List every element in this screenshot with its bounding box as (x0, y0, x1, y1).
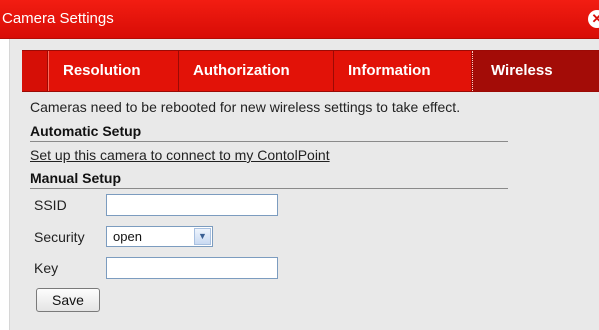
tab-bar-start (22, 51, 48, 91)
dialog-title-bar[interactable]: Camera Settings ✕ (0, 0, 599, 39)
key-input[interactable] (106, 257, 278, 279)
tab-label: Authorization (193, 62, 290, 79)
key-label: Key (34, 260, 59, 276)
ssid-input[interactable] (106, 194, 278, 216)
tab-label: Wireless (491, 62, 553, 79)
tab-resolution[interactable]: Resolution (48, 51, 179, 91)
tab-bar: Resolution Authorization Information Wir… (22, 50, 599, 92)
section-divider (30, 188, 508, 189)
security-selected-value: open (113, 229, 142, 244)
section-divider (30, 141, 508, 142)
close-icon[interactable]: ✕ (588, 10, 599, 28)
ssid-label: SSID (34, 197, 67, 213)
reboot-notice: Cameras need to be rebooted for new wire… (30, 99, 461, 115)
manual-setup-heading: Manual Setup (30, 170, 122, 186)
security-select[interactable]: open ▼ (106, 226, 213, 247)
save-button[interactable]: Save (36, 288, 100, 312)
dialog-title: Camera Settings (2, 10, 114, 27)
security-label: Security (34, 229, 85, 245)
tab-wireless[interactable]: Wireless (472, 51, 599, 91)
controlpoint-setup-link[interactable]: Set up this camera to connect to my Cont… (30, 147, 330, 163)
settings-panel: Resolution Authorization Information Wir… (9, 39, 599, 330)
chevron-down-icon[interactable]: ▼ (194, 228, 211, 245)
tab-label: Information (348, 62, 431, 79)
tab-authorization[interactable]: Authorization (179, 51, 334, 91)
automatic-setup-heading: Automatic Setup (30, 123, 142, 139)
tab-label: Resolution (63, 62, 141, 79)
tab-information[interactable]: Information (334, 51, 472, 91)
camera-settings-dialog: Camera Settings ✕ Resolution Authorizati… (0, 0, 599, 330)
